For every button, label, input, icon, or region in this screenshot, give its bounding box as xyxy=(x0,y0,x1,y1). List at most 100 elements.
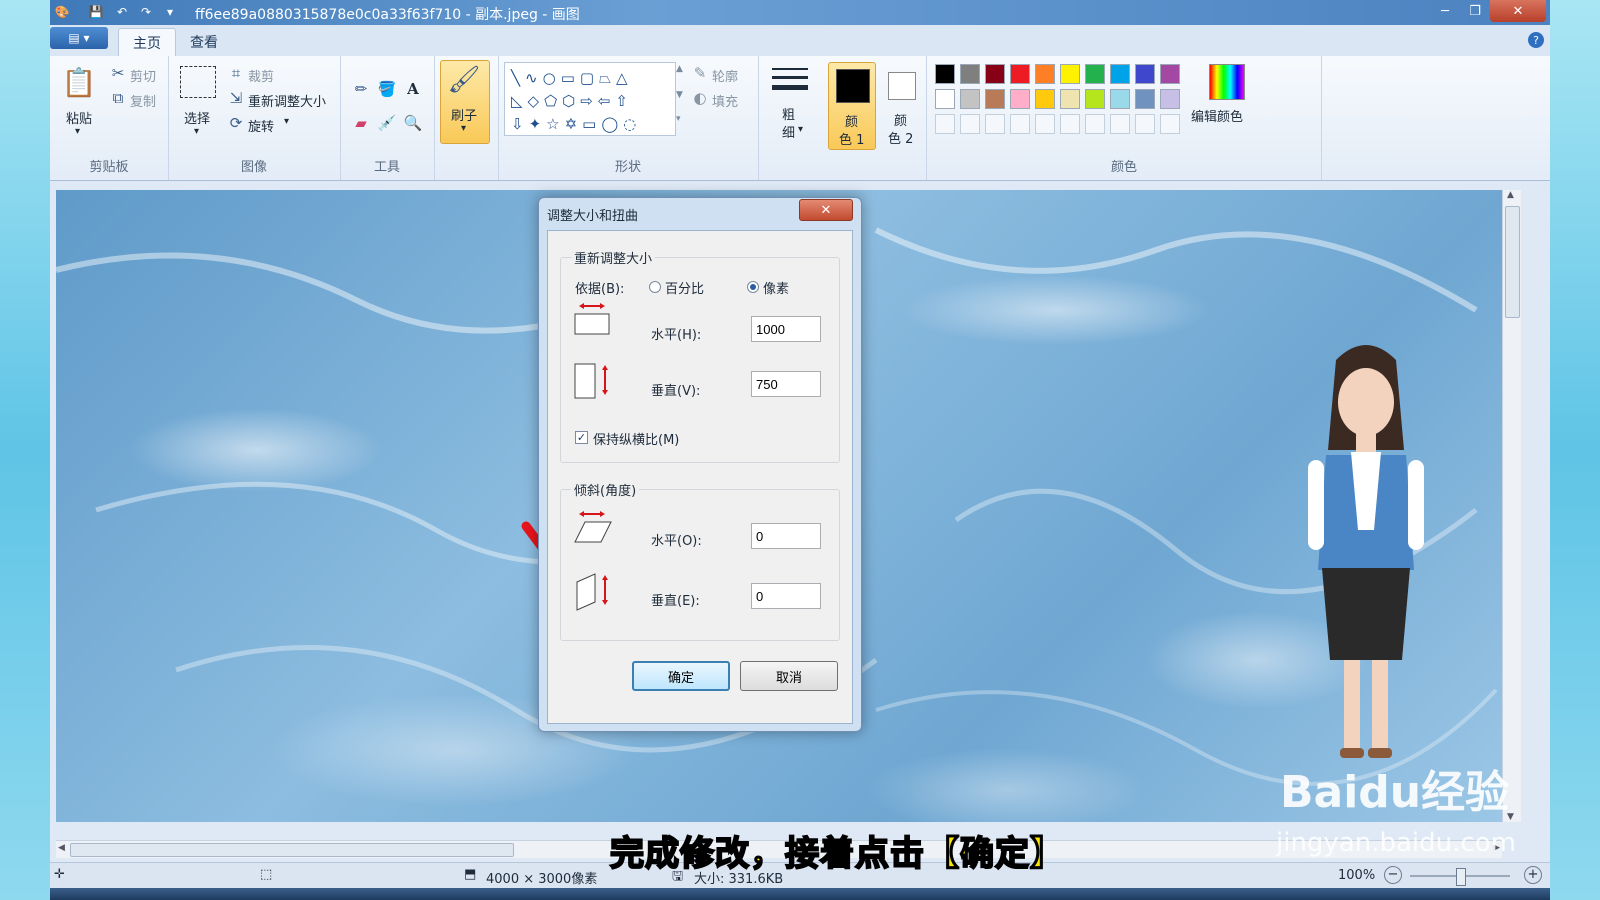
palette-swatch[interactable] xyxy=(935,64,955,84)
palette-swatch[interactable] xyxy=(1085,89,1105,109)
file-menu-button[interactable]: ▤ ▾ xyxy=(50,27,108,49)
outline-icon: ✎ xyxy=(693,64,707,82)
scroll-up-icon[interactable]: ▲ xyxy=(1507,190,1514,200)
magnifier-icon[interactable]: 🔍 xyxy=(402,112,424,134)
fill-button[interactable]: 填充 xyxy=(712,91,738,110)
paint-app-icon[interactable]: 🎨 xyxy=(54,4,70,20)
edit-colors-button[interactable]: 编辑颜色 xyxy=(1191,106,1243,125)
palette-swatch[interactable] xyxy=(985,64,1005,84)
shapes-scroll-down-icon[interactable]: ▼ xyxy=(676,90,683,100)
palette-swatch[interactable] xyxy=(1035,89,1055,109)
palette-swatch[interactable] xyxy=(935,89,955,109)
tab-home[interactable]: 主页 xyxy=(118,28,176,57)
restore-button[interactable]: ❐ xyxy=(1460,0,1490,22)
brushes-dropdown-icon: ▾ xyxy=(461,123,467,134)
shapes-scroll-up-icon[interactable]: ▲ xyxy=(676,64,683,74)
palette-swatch[interactable] xyxy=(1160,89,1180,109)
select-dropdown-icon[interactable]: ▾ xyxy=(194,126,199,137)
palette-swatch[interactable] xyxy=(1035,64,1055,84)
outline-button[interactable]: 轮廓 xyxy=(712,66,738,85)
save-icon[interactable]: 💾 xyxy=(88,4,104,20)
quick-access-dropdown-icon[interactable]: ▾ xyxy=(162,4,178,20)
palette-swatch[interactable] xyxy=(1110,89,1130,109)
palette-swatch-empty[interactable] xyxy=(1035,114,1055,134)
palette-swatch[interactable] xyxy=(1160,64,1180,84)
tab-view[interactable]: 查看 xyxy=(176,28,232,56)
color-picker-icon[interactable]: 💉 xyxy=(376,112,398,134)
resize-fieldset: 重新调整大小 依据(B): 百分比 像素 水平(H): 1000 垂直(V): … xyxy=(560,248,840,463)
color2-button[interactable]: 颜 色 2 xyxy=(878,62,924,148)
palette-swatch-empty[interactable] xyxy=(1135,114,1155,134)
undo-icon[interactable]: ↶ xyxy=(114,4,130,20)
percent-radio[interactable] xyxy=(649,281,661,293)
palette-swatch[interactable] xyxy=(1010,64,1030,84)
edit-colors-icon[interactable] xyxy=(1209,64,1245,100)
paste-button[interactable]: 粘贴 xyxy=(66,108,92,127)
palette-swatch-empty[interactable] xyxy=(1010,114,1030,134)
shapes-gallery[interactable]: ╲∿○▭▢⏢△ ◺◇⬠⬡⇨⇦⇧ ⇩✦☆✡▭◯◌ xyxy=(504,62,676,136)
rotate-button[interactable]: 旋转 xyxy=(248,116,274,135)
resize-button[interactable]: 重新调整大小 xyxy=(248,91,326,110)
zoom-out-button[interactable]: − xyxy=(1384,866,1402,884)
palette-swatch[interactable] xyxy=(1110,64,1130,84)
palette-swatch-empty[interactable] xyxy=(960,114,980,134)
palette-swatch[interactable] xyxy=(985,89,1005,109)
paste-icon[interactable]: 📋 xyxy=(62,64,97,100)
palette-swatch[interactable] xyxy=(1135,64,1155,84)
help-icon[interactable]: ? xyxy=(1528,32,1544,48)
pixels-radio[interactable] xyxy=(747,281,759,293)
brushes-label: 刷子 xyxy=(451,109,478,124)
vertical-input[interactable] xyxy=(751,371,821,397)
palette-swatch[interactable] xyxy=(1135,89,1155,109)
keep-ratio-label[interactable]: 保持纵横比(M) xyxy=(593,429,679,448)
size-button[interactable]: 粗 细 ▾ xyxy=(762,62,812,146)
copy-button[interactable]: 复制 xyxy=(130,91,156,110)
redo-icon[interactable]: ↷ xyxy=(138,4,154,20)
palette-swatch-empty[interactable] xyxy=(1160,114,1180,134)
palette-swatch[interactable] xyxy=(1085,64,1105,84)
horizontal-input[interactable] xyxy=(751,316,821,342)
palette-swatch[interactable] xyxy=(1060,89,1080,109)
rotate-dropdown-icon[interactable]: ▾ xyxy=(284,116,289,127)
horizontal-scroll-thumb[interactable] xyxy=(70,843,514,857)
skew-horizontal-input[interactable] xyxy=(751,523,821,549)
scroll-left-icon[interactable]: ◀ xyxy=(58,843,65,853)
shapes-more-icon[interactable]: ▾ xyxy=(676,114,681,124)
crop-button[interactable]: 裁剪 xyxy=(248,66,274,85)
color1-button[interactable]: 颜 色 1 xyxy=(828,62,876,150)
dialog-body: 重新调整大小 依据(B): 百分比 像素 水平(H): 1000 垂直(V): … xyxy=(547,230,853,724)
palette-swatch-empty[interactable] xyxy=(985,114,1005,134)
colors-group-label: 颜色 xyxy=(1110,160,1137,175)
background-left xyxy=(0,0,50,900)
vertical-scroll-thumb[interactable] xyxy=(1505,206,1520,318)
fill-bucket-icon[interactable]: 🪣 xyxy=(376,78,398,100)
keep-ratio-checkbox[interactable]: ✓ xyxy=(575,431,588,444)
pixels-label[interactable]: 像素 xyxy=(763,278,789,297)
skew-vertical-input[interactable] xyxy=(751,583,821,609)
eraser-icon[interactable]: ▰ xyxy=(350,112,372,134)
palette-swatch-empty[interactable] xyxy=(1085,114,1105,134)
palette-swatch[interactable] xyxy=(960,64,980,84)
zoom-slider-thumb[interactable] xyxy=(1456,868,1466,886)
select-icon[interactable] xyxy=(180,66,216,98)
brushes-button[interactable]: 🖌 刷子 ▾ xyxy=(440,60,490,144)
close-button[interactable]: ✕ xyxy=(1490,0,1546,22)
dialog-close-button[interactable]: ✕ xyxy=(799,199,853,221)
palette-swatch[interactable] xyxy=(960,89,980,109)
cancel-button[interactable]: 取消 xyxy=(740,661,838,691)
cut-button[interactable]: 剪切 xyxy=(130,66,156,85)
pencil-icon[interactable]: ✏ xyxy=(350,78,372,100)
palette-swatch[interactable] xyxy=(1060,64,1080,84)
text-tool-icon[interactable]: A xyxy=(402,78,424,100)
palette-swatch-empty[interactable] xyxy=(1110,114,1130,134)
percent-label[interactable]: 百分比 xyxy=(665,278,704,297)
zoom-in-button[interactable]: + xyxy=(1524,866,1542,884)
minimize-button[interactable]: ─ xyxy=(1430,0,1460,22)
palette-swatch-empty[interactable] xyxy=(1060,114,1080,134)
palette-swatch[interactable] xyxy=(1010,89,1030,109)
select-button[interactable]: 选择 xyxy=(184,108,210,127)
palette-swatch-empty[interactable] xyxy=(935,114,955,134)
ok-button[interactable]: 确定 xyxy=(632,661,730,691)
vertical-scrollbar[interactable]: ▲ ▼ xyxy=(1502,190,1521,822)
paste-dropdown-icon[interactable]: ▾ xyxy=(75,126,80,137)
